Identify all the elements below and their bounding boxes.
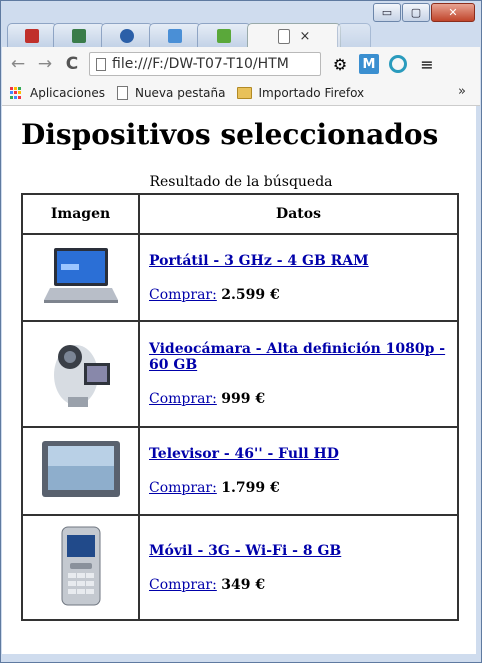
extension-c-icon <box>389 55 407 73</box>
product-name-link[interactable]: Televisor - 46'' - Full HD <box>149 446 456 462</box>
buy-link[interactable]: Comprar: <box>149 480 217 496</box>
bookmark-firefox[interactable]: Importado Firefox <box>237 86 364 100</box>
window-controls: ▭ ▢ ✕ <box>372 3 475 22</box>
menu-icon[interactable]: ≡ <box>417 54 437 74</box>
new-tab-button[interactable] <box>337 23 371 47</box>
buy-link[interactable]: Comprar: <box>149 577 217 593</box>
page-icon <box>96 57 106 71</box>
camcorder-image <box>53 345 110 407</box>
tab-adobe[interactable] <box>7 23 57 47</box>
close-tab-icon[interactable]: × <box>300 29 311 44</box>
header-image: Imagen <box>21 193 140 235</box>
url-text[interactable]: file:///F:/DW-T07-T10/HTM <box>112 56 312 72</box>
bookmark-new-tab[interactable]: Nueva pestaña <box>116 86 226 100</box>
close-window-button[interactable]: ✕ <box>431 3 475 22</box>
buy-link[interactable]: Comprar: <box>149 391 217 407</box>
tab-image[interactable] <box>53 23 105 47</box>
product-price: 349 € <box>221 576 266 593</box>
mobile-phone-image <box>61 526 100 605</box>
image-cell <box>21 514 140 621</box>
product-price: 2.599 € <box>221 286 280 303</box>
browser-toolbar: ← → C file:///F:/DW-T07-T10/HTM ⚙ M ≡ <box>2 47 480 82</box>
data-cell: Videocámara - Alta definición 1080p - 60… <box>138 320 459 428</box>
bookmarks-bar: Aplicaciones Nueva pestaña Importado Fir… <box>2 81 480 106</box>
product-name-link[interactable]: Portátil - 3 GHz - 4 GB RAM <box>149 253 456 269</box>
browser-window: ▭ ▢ ✕ × ← → C file:///F:/DW-T07-T10/HTM … <box>0 0 482 663</box>
product-name-link[interactable]: Videocámara - Alta definición 1080p - 60… <box>149 341 456 373</box>
data-cell: Móvil - 3G - Wi-Fi - 8 GB Comprar: 349 € <box>138 514 459 621</box>
results-table: Imagen Datos Portátil - 3 GHz - 4 GB RAM… <box>21 193 459 621</box>
image-cell <box>21 320 140 428</box>
table-row: Televisor - 46'' - Full HD Comprar: 1.79… <box>21 426 459 516</box>
page-title: Dispositivos seleccionados <box>21 118 439 151</box>
extension-c-icon-wrap[interactable] <box>388 54 408 74</box>
apps-icon <box>10 87 22 99</box>
translate-icon <box>168 28 182 43</box>
bookmark-label: Importado Firefox <box>258 86 365 100</box>
tab-chart[interactable] <box>101 23 153 47</box>
header-data: Datos <box>138 193 459 235</box>
product-price: 1.799 € <box>221 480 280 496</box>
document-icon <box>277 28 290 44</box>
bookmark-label: Aplicaciones <box>30 86 105 100</box>
extension-m-icon[interactable]: M <box>359 54 379 74</box>
product-name-link[interactable]: Móvil - 3G - Wi-Fi - 8 GB <box>149 543 456 559</box>
adobe-icon <box>25 28 39 43</box>
bookmark-apps[interactable]: Aplicaciones <box>10 86 105 100</box>
table-caption: Resultado de la búsqueda <box>149 174 333 190</box>
bookmarks-more-icon[interactable]: » <box>458 84 466 99</box>
table-row: Videocámara - Alta definición 1080p - 60… <box>21 320 459 428</box>
image-cell <box>21 426 140 516</box>
tab-current[interactable]: × <box>247 23 341 48</box>
tab-strip: × <box>7 23 477 48</box>
reload-button[interactable]: C <box>61 54 83 74</box>
product-price: 999 € <box>221 391 266 407</box>
tab-green[interactable] <box>197 23 251 47</box>
bookmark-label: Nueva pestaña <box>134 86 226 100</box>
table-row: Portátil - 3 GHz - 4 GB RAM Comprar: 2.5… <box>21 233 459 322</box>
image-cell <box>21 233 140 322</box>
settings-icon[interactable]: ⚙ <box>330 54 350 74</box>
table-row: Móvil - 3G - Wi-Fi - 8 GB Comprar: 349 € <box>21 514 459 621</box>
page-content: Dispositivos seleccionados Resultado de … <box>2 106 476 654</box>
back-button[interactable]: ← <box>7 54 29 74</box>
chart-icon <box>120 28 134 43</box>
document-icon <box>116 86 128 100</box>
table-header-row: Imagen Datos <box>21 193 459 235</box>
folder-icon <box>237 87 253 99</box>
tv-image <box>41 441 120 497</box>
data-cell: Portátil - 3 GHz - 4 GB RAM Comprar: 2.5… <box>138 233 459 322</box>
green-icon <box>217 28 231 43</box>
forward-button[interactable]: → <box>34 54 56 74</box>
buy-link[interactable]: Comprar: <box>149 287 217 303</box>
image-icon <box>72 28 86 43</box>
laptop-image <box>43 247 118 303</box>
maximize-button[interactable]: ▢ <box>402 3 430 22</box>
data-cell: Televisor - 46'' - Full HD Comprar: 1.79… <box>138 426 459 516</box>
minimize-button[interactable]: ▭ <box>373 3 401 22</box>
address-bar[interactable]: file:///F:/DW-T07-T10/HTM <box>89 52 321 76</box>
tab-translate[interactable] <box>149 23 201 47</box>
